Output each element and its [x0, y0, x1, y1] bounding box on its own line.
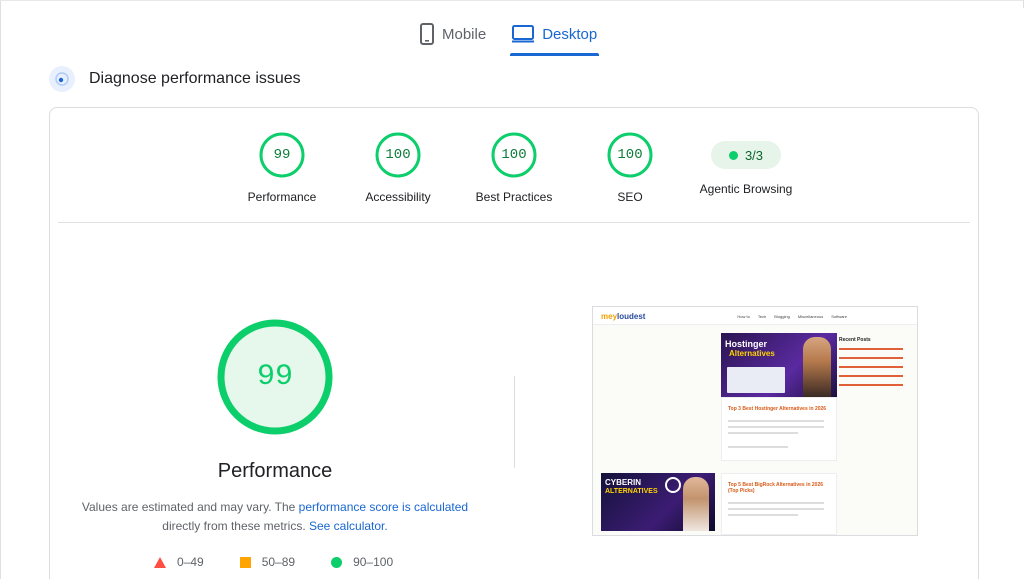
gauge-best-practices[interactable]: 100 Best Practices [454, 132, 574, 204]
pass-dot-icon [728, 150, 738, 160]
desktop-monitor-icon [512, 25, 535, 43]
thumb-nav: meyloudest How to Tech Blogging Miscella… [593, 307, 917, 325]
score-legend: 0–49 50–89 90–100 [154, 555, 393, 569]
tab-desktop[interactable]: Desktop [510, 16, 600, 56]
thumb-sidebar: Recent Posts [839, 337, 915, 393]
gauge-label: Agentic Browsing [699, 182, 793, 196]
main-score: 99 [256, 360, 293, 394]
legend-range: 90–100 [353, 555, 394, 569]
score-calculated-link[interactable]: performance score is calculated [299, 500, 468, 514]
gauge-ring: 100 [607, 132, 653, 178]
gauge-score: 100 [617, 147, 643, 163]
vertical-separator [514, 376, 515, 468]
performance-main-gauge: 99 [216, 318, 334, 436]
gauge-seo[interactable]: 100 SEO [570, 132, 690, 204]
gauge-ring: 100 [375, 132, 421, 178]
gauge-label: SEO [617, 190, 643, 204]
main-gauge-title: Performance [217, 460, 333, 482]
gauge-agentic-browsing[interactable]: 3/3 Agentic Browsing [686, 132, 806, 196]
note-text-2: directly from these metrics. [162, 519, 306, 533]
report-card: 99 Performance 100 Accessibility 100 Bes… [49, 107, 979, 579]
final-screenshot: meyloudest How to Tech Blogging Miscella… [592, 306, 918, 536]
legend-fail: 0–49 [154, 555, 204, 569]
green-circle-icon [331, 556, 343, 568]
thumb-hero-image-2: CYBERIN ALTERNATIVES [601, 473, 715, 531]
diagnose-title: Diagnose performance issues [89, 70, 301, 87]
legend-range: 50–89 [261, 555, 296, 569]
tab-mobile[interactable]: Mobile [418, 16, 488, 52]
diagnose-header: Diagnose performance issues [49, 66, 301, 92]
tab-desktop-label: Desktop [542, 25, 598, 43]
thumb-logo: meyloudest [601, 312, 646, 321]
thumb-post-card: Top 3 Best Hostinger Alternatives in 202… [721, 397, 837, 461]
gauge-score: 100 [501, 147, 527, 163]
gauge-score: 100 [385, 147, 411, 163]
gauge-ring: 99 [259, 132, 305, 178]
tab-mobile-label: Mobile [442, 25, 487, 43]
note-text: Values are estimated and may vary. The [81, 500, 299, 514]
agentic-pill: 3/3 [711, 141, 781, 169]
diagnose-icon [49, 66, 75, 92]
thumb-menu: How to Tech Blogging Miscellaneous Softw… [737, 314, 847, 319]
gauge-score: 99 [273, 147, 291, 163]
gauge-ring: 100 [491, 132, 537, 178]
thumb-hero-image: Hostinger Alternatives [721, 333, 837, 397]
device-tabs: Mobile Desktop [418, 16, 600, 56]
gauge-label: Performance [247, 190, 317, 204]
estimate-note: Values are estimated and may vary. The p… [50, 498, 500, 536]
thumb-post-card-2: Top 5 Best BigRock Alternatives in 2026 … [721, 473, 837, 535]
gauge-accessibility[interactable]: 100 Accessibility [338, 132, 458, 204]
agentic-value: 3/3 [744, 147, 764, 163]
gauge-label: Accessibility [365, 190, 431, 204]
orange-square-icon [239, 556, 251, 568]
see-calculator-link[interactable]: See calculator. [309, 519, 388, 533]
category-gauges: 99 Performance 100 Accessibility 100 Bes… [50, 132, 978, 212]
red-triangle-icon [154, 556, 166, 568]
divider [58, 222, 970, 223]
legend-average: 50–89 [239, 555, 296, 569]
gauge-performance[interactable]: 99 Performance [222, 132, 342, 204]
mobile-phone-icon [420, 23, 434, 45]
legend-range: 0–49 [177, 555, 204, 569]
gauge-label: Best Practices [475, 190, 553, 204]
legend-pass: 90–100 [331, 555, 393, 569]
